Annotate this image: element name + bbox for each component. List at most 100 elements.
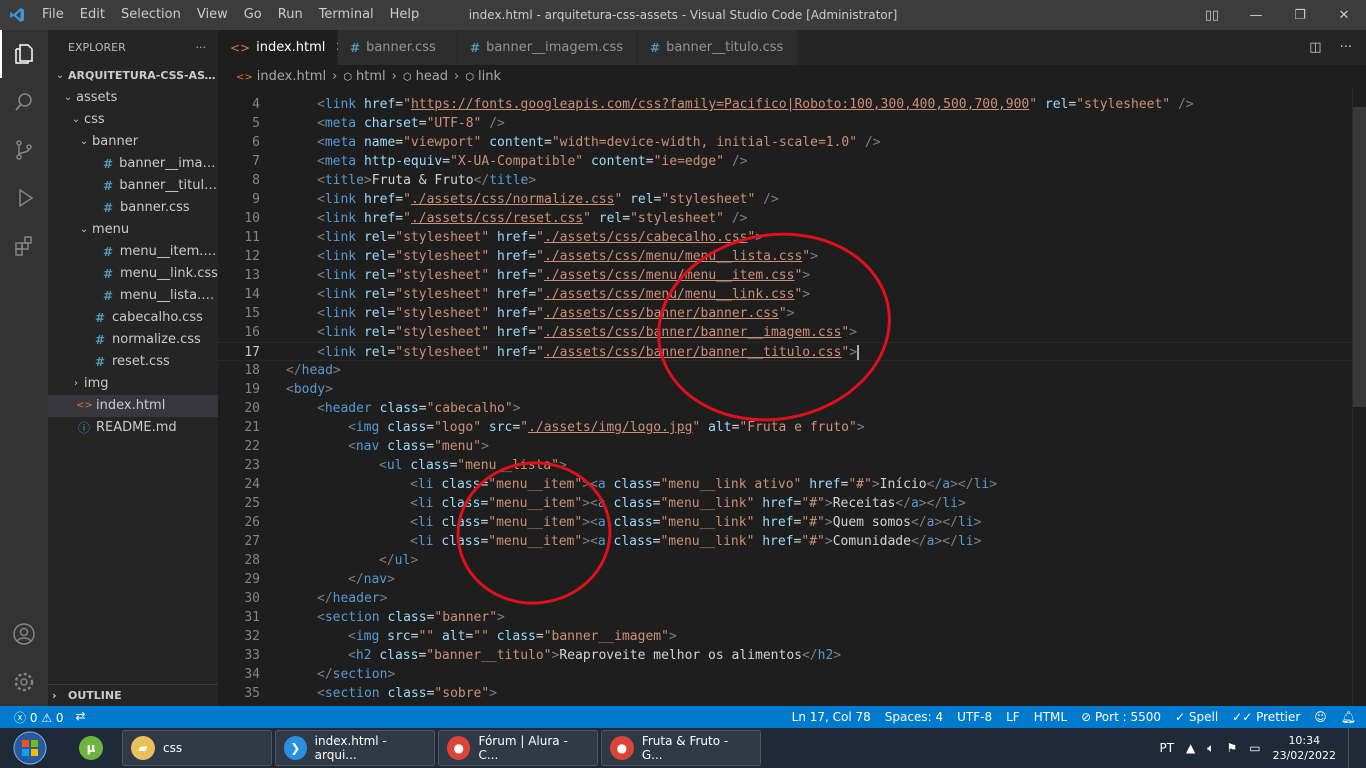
tab-index-html[interactable]: <>index.html✕: [218, 30, 346, 65]
breadcrumb-item[interactable]: <> index.html: [236, 69, 326, 84]
taskbar-item[interactable]: ● Fórum | Alura - C...: [438, 730, 598, 766]
prettier-status[interactable]: ✓✓ Prettier: [1232, 710, 1300, 724]
menu-selection[interactable]: Selection: [113, 0, 189, 30]
file-item[interactable]: ⓘ README.md: [48, 417, 218, 439]
layout-icon[interactable]: ▯▯: [1190, 0, 1234, 30]
menu-edit[interactable]: Edit: [72, 0, 113, 30]
cursor-position[interactable]: Ln 17, Col 78: [792, 710, 871, 724]
folder-item[interactable]: › img: [48, 373, 218, 395]
folder-item[interactable]: ⌄ assets: [48, 87, 218, 109]
encoding[interactable]: UTF-8: [957, 710, 992, 724]
breadcrumb-item[interactable]: ⬡ html: [343, 69, 385, 84]
tab-banner-titulo-css[interactable]: # banner__titulo.css: [638, 30, 798, 65]
start-button[interactable]: [0, 728, 60, 768]
menu-go[interactable]: Go: [236, 0, 270, 30]
explorer-icon[interactable]: [0, 30, 48, 78]
file-item[interactable]: <> index.html: [48, 395, 218, 417]
spell-check[interactable]: ✓ Spell: [1175, 710, 1218, 724]
code-token: >: [973, 515, 982, 530]
language-mode[interactable]: HTML: [1034, 710, 1067, 724]
folder-item[interactable]: ⌄ css: [48, 109, 218, 131]
indentation[interactable]: Spaces: 4: [885, 710, 943, 724]
code-token: >: [802, 287, 811, 302]
file-item[interactable]: # banner__titulo.css: [48, 175, 218, 197]
scrollbar-thumb[interactable]: [1353, 107, 1366, 407]
code-token: =: [528, 325, 537, 340]
breadcrumb-item[interactable]: ⬡ head: [403, 69, 448, 84]
taskbar-item[interactable]: ❯ index.html - arqui...: [275, 730, 435, 766]
code-editor[interactable]: 3<head>4<link href="https://fonts.google…: [218, 87, 1366, 706]
menu-help[interactable]: Help: [382, 0, 428, 30]
live-server-port[interactable]: ⊘ Port : 5500: [1081, 710, 1161, 724]
problems-indicator[interactable]: ⓧ 0 ⚠ 0: [14, 709, 64, 726]
file-item[interactable]: # menu__item.css: [48, 241, 218, 263]
tab-banner-css[interactable]: # banner.css: [338, 30, 458, 65]
code-token: ./assets/css/banner/banner__titulo.css: [544, 345, 842, 360]
breadcrumb-item[interactable]: ⬡ link: [465, 69, 501, 84]
tree-item-label: normalize.css: [112, 332, 201, 347]
code-token: charset: [363, 116, 419, 131]
menu-file[interactable]: File: [34, 0, 72, 30]
split-editor-icon[interactable]: ◫: [1309, 40, 1321, 55]
close-button[interactable]: ✕: [1322, 0, 1366, 30]
show-desktop-button[interactable]: [1348, 728, 1354, 768]
code-token: >: [957, 496, 966, 511]
code-token: section: [324, 610, 380, 625]
action-center-flag-icon[interactable]: ⚑: [1226, 741, 1237, 755]
source-control-icon[interactable]: [0, 126, 48, 174]
more-actions-icon[interactable]: ···: [1340, 40, 1352, 55]
notifications-bell-icon[interactable]: 🔔︎: [1341, 710, 1356, 724]
maximize-button[interactable]: ❐: [1278, 0, 1322, 30]
code-token: meta: [324, 135, 357, 150]
file-item[interactable]: # menu__lista.css: [48, 285, 218, 307]
workspace-root[interactable]: ⌄ ARQUITETURA-CSS-ASSETS: [48, 65, 218, 87]
outline-section[interactable]: › OUTLINE: [48, 684, 218, 706]
volume-icon[interactable]: 🔈︎: [1207, 741, 1214, 756]
run-debug-icon[interactable]: [0, 174, 48, 222]
windows-taskbar: µ ▰ css ❯ index.html - arqui... ● Fórum | Alu…: [0, 728, 1366, 768]
file-item[interactable]: # banner__imagem...: [48, 153, 218, 175]
file-item[interactable]: # menu__link.css: [48, 263, 218, 285]
code-token: <: [317, 249, 325, 264]
utorrent-pinned[interactable]: µ: [63, 730, 119, 766]
tab-banner-imagem-css[interactable]: # banner__imagem.css: [458, 30, 638, 65]
line-number: 22: [244, 439, 260, 454]
more-actions-icon[interactable]: ···: [196, 41, 207, 54]
folder-item[interactable]: ⌄ banner: [48, 131, 218, 153]
tray-expand-icon[interactable]: ▲: [1186, 741, 1195, 755]
menu-view[interactable]: View: [189, 0, 236, 30]
file-item[interactable]: # cabecalho.css: [48, 307, 218, 329]
code-token: <: [348, 629, 356, 644]
search-icon[interactable]: [0, 78, 48, 126]
code-token: ./assets/css/normalize.css: [410, 192, 615, 207]
menu-terminal[interactable]: Terminal: [311, 0, 382, 30]
code-token: "menu__item": [488, 496, 583, 511]
line-number: 11: [244, 230, 260, 245]
vertical-scrollbar[interactable]: [1352, 87, 1366, 706]
code-text: <ul class="menu__lista">: [379, 456, 567, 475]
code-token: "": [473, 629, 489, 644]
extensions-icon[interactable]: [0, 222, 48, 270]
input-language[interactable]: PT: [1159, 741, 1174, 755]
file-item[interactable]: # banner.css: [48, 197, 218, 219]
accounts-icon[interactable]: [0, 610, 48, 658]
chevron-down-icon: ⌄: [63, 92, 73, 103]
clock[interactable]: 10:34 23/02/2022: [1273, 733, 1336, 763]
file-item[interactable]: # normalize.css: [48, 329, 218, 351]
feedback-icon[interactable]: ☺: [1314, 710, 1327, 724]
code-line: 28 </ul>: [218, 551, 1366, 570]
line-ending[interactable]: LF: [1006, 710, 1020, 724]
minimize-button[interactable]: —: [1234, 0, 1278, 30]
network-icon[interactable]: ▭: [1249, 741, 1260, 755]
taskbar-item[interactable]: ● Fruta & Fruto - G...: [601, 730, 761, 766]
live-share-icon[interactable]: ⇄: [76, 709, 86, 726]
folder-item[interactable]: ⌄ menu: [48, 219, 218, 241]
code-token: >: [325, 382, 333, 397]
menu-run[interactable]: Run: [270, 0, 311, 30]
taskbar-item[interactable]: ▰ css: [122, 730, 272, 766]
line-number: 4: [252, 97, 260, 112]
file-item[interactable]: # reset.css: [48, 351, 218, 373]
settings-gear-icon[interactable]: [0, 658, 48, 706]
